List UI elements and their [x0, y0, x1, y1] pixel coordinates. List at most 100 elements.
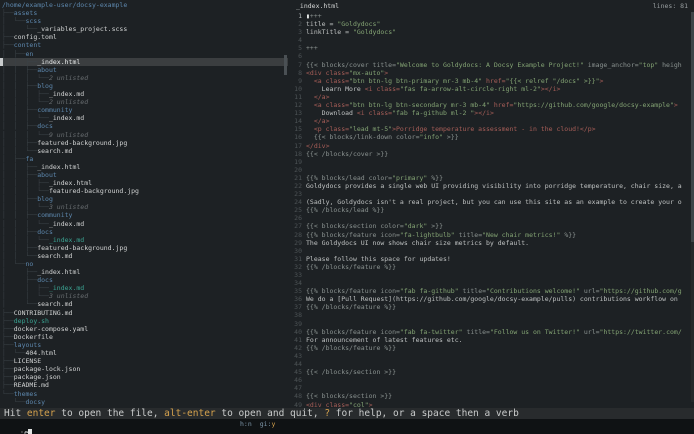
tree-row[interactable]: │ │ ├──about: [0, 171, 288, 179]
code-line: 32{{% /blocks/feature %}}: [290, 263, 694, 271]
code-line: 9 <a class="btn btn-lg btn-primary mr-3 …: [290, 77, 694, 85]
tree-row[interactable]: ├──README.md: [0, 381, 288, 389]
file-label: 3 unlisted: [49, 203, 88, 211]
line-number: 3: [293, 28, 302, 36]
line-number: 34: [293, 279, 302, 287]
file-label: search.md: [37, 147, 72, 155]
line-number: 35: [293, 287, 302, 295]
tree-row[interactable]: │ │ ├──community: [0, 211, 288, 219]
dir-label: assets: [14, 9, 37, 17]
tree-row[interactable]: │ └──scss: [0, 17, 288, 25]
tree-branch-glyphs: │ │ │ └──: [2, 98, 49, 106]
code-line: 22Goldydocs provides a single web UI pro…: [290, 182, 694, 190]
tree-row[interactable]: │ │ ├──featured-background.jpg: [0, 244, 288, 252]
tree-row[interactable]: │ ├──en: [0, 50, 288, 58]
tree-row[interactable]: │ │ │ └──_index.md: [0, 114, 288, 122]
tree-row[interactable]: ├──deploy.sh: [0, 317, 288, 325]
tree-branch-glyphs: │ │ ├──: [2, 244, 37, 252]
tree-row[interactable]: └──docsy: [0, 398, 288, 406]
tree-row[interactable]: ├──assets: [0, 9, 288, 17]
tree-row[interactable]: ├──Dockerfile: [0, 333, 288, 341]
line-number: 45: [293, 368, 302, 376]
tree-row[interactable]: │ │ │ └──_index.md: [0, 236, 288, 244]
tree-row[interactable]: │ └──_variables_project.scss: [0, 25, 288, 33]
tree-row[interactable]: ├──config.toml: [0, 33, 288, 41]
tree-row[interactable]: │ │ ├──community: [0, 106, 288, 114]
tree-branch-glyphs: │ │ │ └──: [2, 114, 49, 122]
tree-row[interactable]: ├──docker-compose.yaml: [0, 325, 288, 333]
command-input[interactable]: :e h:ngi:y: [0, 419, 694, 434]
file-label: deploy.sh: [14, 317, 49, 325]
tree-row[interactable]: ├──LICENSE: [0, 357, 288, 365]
line-number: 16: [293, 133, 302, 141]
tree-row[interactable]: │ └──no: [0, 260, 288, 268]
tree-row[interactable]: ├──content: [0, 41, 288, 49]
tree-row-selected[interactable]: │ │ ├──_index.html: [0, 58, 288, 66]
line-number: 49: [293, 401, 302, 409]
dir-label: community: [37, 106, 72, 114]
code-line: 48{{< blocks/section >}}: [290, 392, 694, 400]
tree-branch-glyphs: │ │ ├──: [2, 122, 37, 130]
tree-row[interactable]: │ │ ├──blog: [0, 195, 288, 203]
file-label: _index.html: [37, 163, 80, 171]
tree-row[interactable]: │ │ ├──docs: [0, 122, 288, 130]
tree-row[interactable]: /home/example-user/docsy-example: [0, 1, 288, 9]
tree-row[interactable]: │ │ │ ├──_index.html: [0, 179, 288, 187]
tree-row[interactable]: │ └──search.md: [0, 300, 288, 308]
line-number: 32: [293, 263, 302, 271]
dir-label: docsy: [25, 398, 45, 406]
line-number: 38: [293, 311, 302, 319]
tree-branch-glyphs: │ │ ├──: [2, 211, 37, 219]
code-line: 13 Download <i class="fab fa-github ml-2…: [290, 109, 694, 117]
tree-row[interactable]: │ │ ├──blog: [0, 82, 288, 90]
tree-row[interactable]: │ │ ├──about: [0, 66, 288, 74]
tree-branch-glyphs: │ │ │ └──: [2, 131, 49, 139]
tree-row[interactable]: │ │ └──search.md: [0, 147, 288, 155]
file-label: package-lock.json: [14, 365, 81, 373]
tree-row[interactable]: │ │ ├──_index.html: [0, 163, 288, 171]
line-number: 17: [293, 142, 302, 150]
tree-row[interactable]: │ │ └──search.md: [0, 252, 288, 260]
tree-branch-glyphs: │ │ │ └──: [2, 203, 49, 211]
tree-row[interactable]: │ │ ├──docs: [0, 228, 288, 236]
tree-row: │ │ └──3 unlisted: [0, 292, 288, 300]
preview-filename: _index.html: [296, 2, 339, 11]
tree-row[interactable]: ├──package.json: [0, 373, 288, 381]
tree-row[interactable]: │ │ │ └──_index.md: [0, 220, 288, 228]
tree-row[interactable]: │ │ │ ├──_index.md: [0, 90, 288, 98]
tree-row[interactable]: ├──CONTRIBUTING.md: [0, 309, 288, 317]
file-label: LICENSE: [14, 357, 41, 365]
code-line: 41For announcement of latest features et…: [290, 336, 694, 344]
tree-row[interactable]: └──themes: [0, 390, 288, 398]
code-line: 11 </a>: [290, 93, 694, 101]
tree-branch-glyphs: │ │ └──: [2, 147, 37, 155]
tree-branch-glyphs: ├──: [2, 357, 14, 365]
code-line: 40{{% blocks/feature icon="fab fa-twitte…: [290, 328, 694, 336]
tree-row[interactable]: ├──package-lock.json: [0, 365, 288, 373]
code-line: 36We do a [Pull Request](https://github.…: [290, 295, 694, 303]
tree-row[interactable]: ├──layouts: [0, 341, 288, 349]
tree-row[interactable]: │ └──404.html: [0, 349, 288, 357]
tree-scrollbar[interactable]: [284, 55, 287, 75]
tree-row: │ │ │ └──3 unlisted: [0, 203, 288, 211]
tree-row[interactable]: │ │ ├──_index.md: [0, 284, 288, 292]
code-line: 10 Learn More <i class="fas fa-arrow-alt…: [290, 85, 694, 93]
code-line: 49<div class="col">: [290, 401, 694, 409]
line-number: 7: [293, 61, 302, 69]
line-number: 1: [293, 12, 302, 20]
line-number: 12: [293, 101, 302, 109]
tree-row[interactable]: │ │ │ └──featured-background.jpg: [0, 187, 288, 195]
tree-row[interactable]: │ ├──_index.html: [0, 268, 288, 276]
dir-label: themes: [14, 390, 37, 398]
tree-branch-glyphs: ├──: [2, 325, 14, 333]
tree-branch-glyphs: │ │ ├──: [2, 66, 37, 74]
tree-row[interactable]: │ ├──fa: [0, 155, 288, 163]
line-number: 11: [293, 93, 302, 101]
line-number: 31: [293, 255, 302, 263]
tree-row[interactable]: │ │ ├──featured-background.jpg: [0, 139, 288, 147]
file-tree[interactable]: /home/example-user/docsy-example├──asset…: [0, 1, 288, 408]
tree-row[interactable]: │ ├──docs: [0, 276, 288, 284]
preview-line-count: lines: 81: [653, 2, 688, 11]
file-label: 3 unlisted: [49, 292, 88, 300]
preview-panel: _index.html lines: 81 1▮+++2title = "Gol…: [290, 0, 694, 408]
